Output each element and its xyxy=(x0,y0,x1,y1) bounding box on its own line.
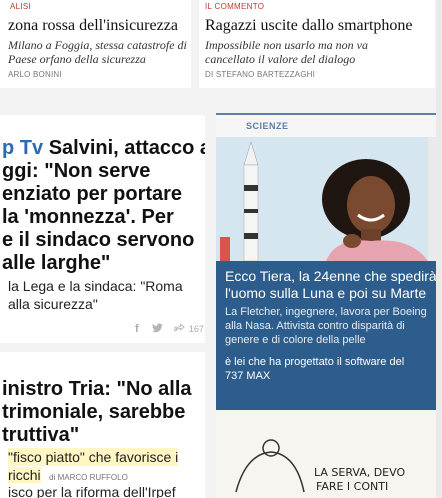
science-header: SCIENZE xyxy=(216,113,436,137)
second-story-lead-line-2: ricchi xyxy=(8,467,41,483)
top-right-story-card[interactable]: IL COMMENTO Ragazzi uscite dallo smartph… xyxy=(199,0,435,88)
second-story-byline: di MARCO RUFFOLO xyxy=(49,473,128,482)
story-subtitle-line-2: Paese orfano della sicurezza xyxy=(8,52,146,66)
main-story-card[interactable]: p Tv Salvini, attacco a ggi: "Non serve … xyxy=(0,115,205,343)
share-bar: f 167 xyxy=(135,323,204,335)
twitter-icon[interactable] xyxy=(151,323,163,333)
main-story-title-line-2: ggi: "Non serve xyxy=(2,160,151,182)
science-photo[interactable] xyxy=(216,137,436,261)
second-story-title-line-3: truttiva" xyxy=(2,424,80,446)
comic-drawing xyxy=(235,439,305,493)
second-story-title-line-2: trimoniale, sarebbe xyxy=(2,401,186,423)
science-story-card[interactable]: SCIENZE Ecco Tiera, la 24enne che spedir… xyxy=(216,113,436,410)
second-story-cut-line: isco per la riforma dell'Irpef xyxy=(8,484,176,498)
section-label[interactable]: SCIENZE xyxy=(246,121,289,131)
story-kicker: IL COMMENTO xyxy=(205,2,265,11)
second-story-lead-line-1: "fisco piatto" che favorisce i xyxy=(8,448,179,466)
main-story-tag: p Tv xyxy=(2,137,44,159)
story-kicker: ALISI xyxy=(10,2,32,11)
facebook-icon[interactable]: f xyxy=(135,323,139,335)
main-story-lead-line-2: alla sicurezza" xyxy=(8,296,98,312)
page-right-edge xyxy=(436,0,442,498)
science-title-line-1[interactable]: Ecco Tiera, la 24enne che spedirà xyxy=(225,268,436,285)
main-story-title-line-5: e il sindaco servono xyxy=(2,229,195,251)
science-title-line-2: l'uomo sulla Luna e poi su Marte xyxy=(225,285,427,301)
comic-text-line-1: LA SERVA, DEVO xyxy=(314,466,406,479)
story-subtitle-line-1: Impossibile non usarlo ma non va xyxy=(205,38,368,52)
second-story-title-line-1[interactable]: inistro Tria: "No alla xyxy=(2,378,192,401)
story-byline: di STEFANO BARTEZZAGHI xyxy=(205,70,316,79)
comic-text-line-2: FARE I CONTI xyxy=(316,480,389,493)
top-left-story-card[interactable]: ALISI zona rossa dell'insicurezza Milano… xyxy=(0,0,191,88)
comic-card[interactable]: LA SERVA, DEVO FARE I CONTI xyxy=(216,410,436,498)
story-title[interactable]: zona rossa dell'insicurezza xyxy=(8,16,178,35)
science-extra-line-1: è lei che ha progettato il software del xyxy=(225,356,405,368)
main-story-title-line-6: alle larghe" xyxy=(2,252,111,274)
story-subtitle-line-1: Milano a Foggia, stessa catastrofe di xyxy=(8,38,187,52)
science-lead-line-3: genere e di colore della pelle xyxy=(225,334,366,346)
main-story-title-line-1: Salvini, attacco a xyxy=(48,137,205,159)
main-story-title-line-4: la 'monnezza'. Per xyxy=(2,206,174,228)
science-lead-line-2: alla Nasa. Attivista contro disparità di xyxy=(225,320,405,332)
main-story-lead-line-1: la Lega e la sindaca: "Roma xyxy=(8,278,183,294)
story-subtitle-line-2: cancellato il valore del dialogo xyxy=(205,52,356,66)
main-story-title-line-3: enziato per portare xyxy=(2,183,183,205)
story-byline: ARLO BONINI xyxy=(8,70,62,79)
main-story-title[interactable]: p Tv Salvini, attacco a xyxy=(2,137,205,160)
share-count: 167 xyxy=(188,324,204,334)
share-icon[interactable] xyxy=(174,323,185,333)
science-extra-line-2: 737 MAX xyxy=(225,370,271,382)
science-accent-bar xyxy=(216,113,436,115)
science-lead-line-1: La Fletcher, ingegnere, lavora per Boein… xyxy=(225,306,427,318)
rocket-portrait-illustration xyxy=(216,137,436,261)
second-story-card[interactable]: inistro Tria: "No alla trimoniale, sareb… xyxy=(0,352,205,498)
story-title[interactable]: Ragazzi uscite dallo smartphone xyxy=(205,16,412,35)
